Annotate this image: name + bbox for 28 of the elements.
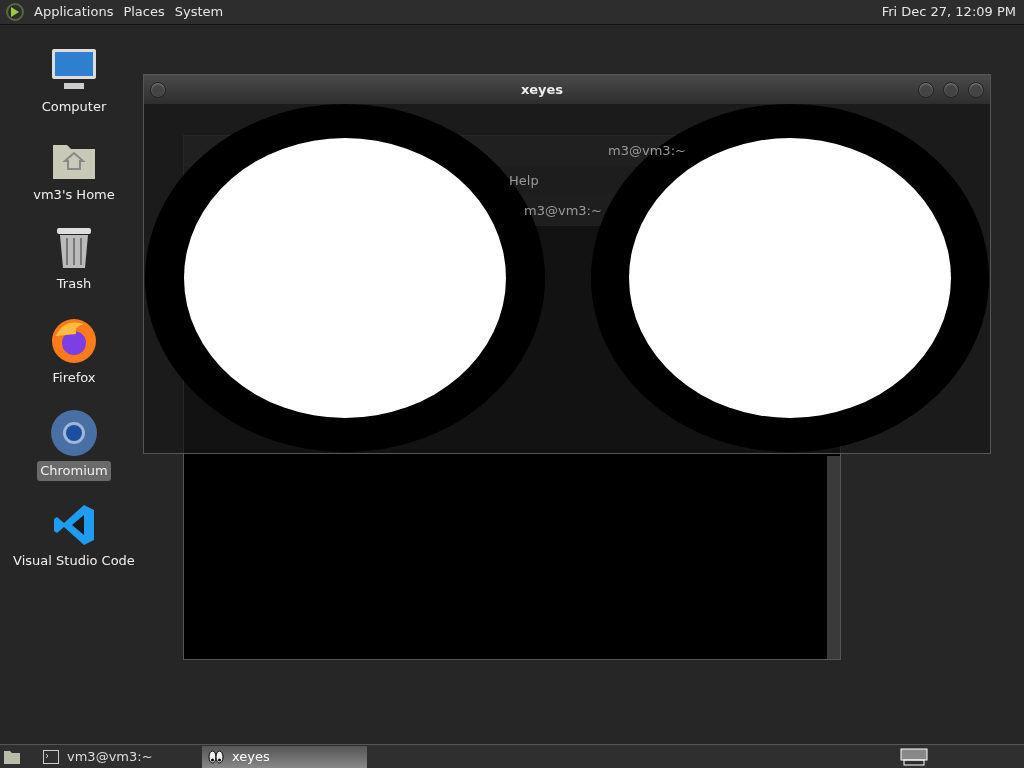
maximize-button[interactable] bbox=[943, 81, 959, 98]
panel-menu[interactable]: System bbox=[174, 2, 224, 22]
window-title: xeyes bbox=[519, 80, 565, 99]
menu-item[interactable]: Help bbox=[509, 171, 539, 191]
desktop-folder-icon[interactable] bbox=[3, 748, 21, 765]
taskbar-button[interactable]: xeyes bbox=[202, 745, 367, 768]
desktop-icon-label[interactable]: Chromium bbox=[37, 461, 111, 481]
window-title: m3@vm3:~ bbox=[608, 142, 686, 161]
desktop-icon-label[interactable]: Computer bbox=[38, 97, 110, 117]
terminal-tab[interactable]: m3@vm3:~ bbox=[524, 201, 602, 221]
close-button[interactable] bbox=[968, 81, 984, 98]
panel-menu[interactable]: Applications bbox=[34, 2, 114, 22]
workspace-icon[interactable] bbox=[900, 747, 928, 766]
panel-menu[interactable]: Places bbox=[123, 2, 165, 22]
window-menu-button[interactable] bbox=[150, 81, 166, 98]
desktop-icon-label[interactable]: Visual Studio Code bbox=[10, 550, 138, 570]
minimize-button[interactable] bbox=[918, 81, 934, 98]
desktop-icon-label[interactable]: Firefox bbox=[49, 367, 99, 387]
eyes-icon bbox=[208, 749, 224, 764]
trash-icon bbox=[55, 226, 93, 270]
chromium-icon bbox=[50, 409, 98, 457]
vscode-icon bbox=[52, 502, 96, 547]
app-menu-icon[interactable] bbox=[6, 3, 24, 21]
desktop-icon-label[interactable]: Trash bbox=[53, 274, 95, 294]
terminal-icon bbox=[43, 749, 59, 764]
desktop-icon-label[interactable]: vm3's Home bbox=[30, 184, 118, 204]
scrollbar[interactable] bbox=[827, 456, 840, 659]
panel-clock[interactable]: Fri Dec 27, 12:09 PM bbox=[881, 2, 1018, 22]
